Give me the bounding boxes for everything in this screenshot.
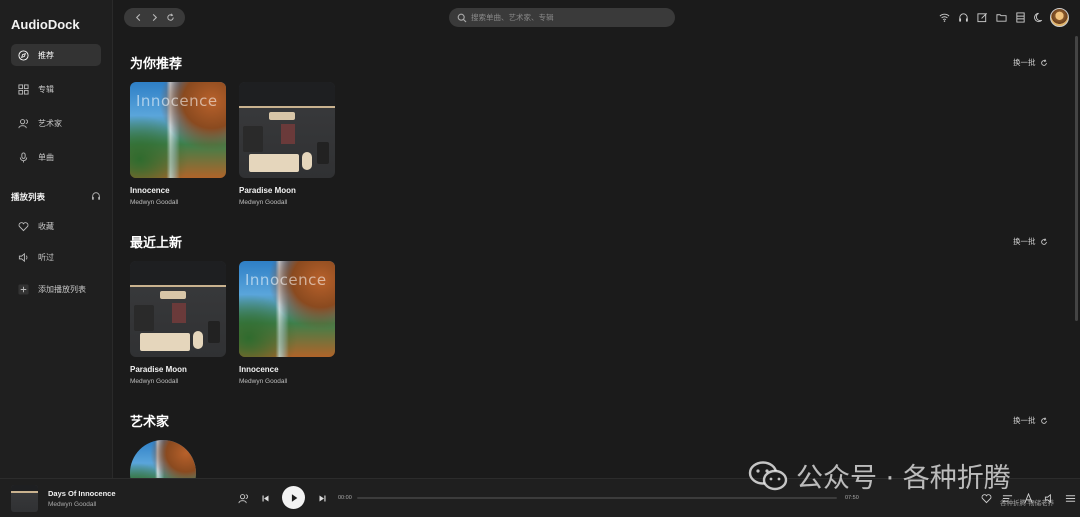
album-cover: Innocence	[130, 82, 226, 178]
search-input[interactable]	[471, 13, 661, 22]
watermark: 公众号 · 各种折腾	[748, 456, 1011, 495]
album-artist: Medwyn Goodall	[130, 199, 179, 206]
search-bar	[449, 8, 675, 27]
headphones-icon[interactable]	[957, 11, 969, 23]
plus-icon	[17, 283, 29, 295]
now-playing-artist: Medwyn Goodall	[48, 501, 97, 508]
refresh-label: 换一批	[1013, 237, 1036, 246]
total-time: 07:50	[845, 495, 859, 501]
refresh-label: 换一批	[1013, 416, 1036, 425]
wechat-icon	[748, 460, 788, 490]
grid-icon	[17, 83, 29, 95]
playlist-icon[interactable]	[1064, 492, 1076, 504]
list-icon[interactable]	[1014, 11, 1026, 23]
headphones-icon[interactable]	[91, 191, 101, 201]
album-cover	[130, 261, 226, 357]
sidebar: AudioDock 推荐 专辑 艺术家 单曲 播放列表 收藏 听过 添加播放列表	[0, 0, 113, 478]
heart-icon	[17, 220, 29, 232]
sidebar-item-albums[interactable]: 专辑	[11, 78, 101, 100]
album-name: Innocence	[130, 186, 170, 195]
watermark-small-text: 各种折腾·物储老养	[1000, 500, 1055, 507]
refresh-icon	[1040, 58, 1047, 66]
back-icon[interactable]	[133, 13, 143, 23]
main-content: 为你推荐 换一批 Innocence Innocence Medwyn Good…	[113, 36, 1073, 478]
top-toolbar	[938, 11, 1045, 23]
refresh-batch-button[interactable]: 换一批	[1013, 415, 1048, 426]
speaker-icon	[17, 251, 29, 263]
sidebar-item-singles[interactable]: 单曲	[11, 146, 101, 168]
next-icon[interactable]	[316, 492, 328, 504]
album-card[interactable]: Paradise Moon Medwyn Goodall	[130, 261, 226, 385]
sidebar-item-label: 收藏	[38, 221, 54, 231]
sidebar-item-artists[interactable]: 艺术家	[11, 112, 101, 134]
section-title-recommended: 为你推荐	[130, 56, 183, 71]
album-cover: Innocence	[239, 261, 335, 357]
refresh-batch-button[interactable]: 换一批	[1013, 57, 1048, 68]
refresh-batch-button[interactable]: 换一批	[1013, 236, 1048, 247]
previous-icon[interactable]	[259, 492, 271, 504]
refresh-icon[interactable]	[166, 13, 176, 23]
app-logo: AudioDock	[11, 17, 80, 32]
watermark-text: 公众号 · 各种折腾	[796, 463, 1011, 494]
artist-avatar[interactable]	[130, 440, 196, 478]
sidebar-item-history[interactable]: 听过	[11, 246, 101, 268]
sidebar-item-label: 艺术家	[38, 118, 62, 128]
users-icon	[17, 117, 29, 129]
refresh-label: 换一批	[1013, 58, 1036, 67]
search-icon	[457, 13, 467, 22]
cover-title: Innocence	[136, 92, 218, 110]
sidebar-item-label: 专辑	[38, 84, 54, 94]
user-avatar[interactable]	[1050, 8, 1069, 27]
compass-icon	[17, 49, 29, 61]
content-scrollbar[interactable]	[1075, 36, 1078, 321]
playlist-section-title: 播放列表	[11, 192, 46, 202]
sidebar-item-label: 听过	[38, 252, 54, 262]
sidebar-item-label: 单曲	[38, 152, 54, 162]
play-icon	[291, 493, 297, 502]
current-time: 00:00	[338, 495, 352, 501]
album-name: Paradise Moon	[130, 365, 187, 374]
album-artist: Medwyn Goodall	[239, 378, 288, 385]
edit-icon[interactable]	[976, 11, 988, 23]
album-card[interactable]: Innocence Innocence Medwyn Goodall	[130, 82, 226, 206]
album-artist: Medwyn Goodall	[130, 378, 179, 385]
sidebar-item-label: 推荐	[38, 50, 54, 60]
forward-icon[interactable]	[149, 13, 159, 23]
wifi-icon[interactable]	[938, 11, 950, 23]
cover-title: Innocence	[245, 271, 327, 289]
album-name: Innocence	[239, 365, 279, 374]
folder-icon[interactable]	[995, 11, 1007, 23]
artist-icon[interactable]	[237, 492, 249, 504]
album-cover	[239, 82, 335, 178]
progress-bar[interactable]	[357, 497, 837, 499]
now-playing-cover[interactable]	[11, 485, 38, 512]
album-name: Paradise Moon	[239, 186, 296, 195]
album-card[interactable]: Paradise Moon Medwyn Goodall	[239, 82, 335, 206]
album-card[interactable]: Innocence Innocence Medwyn Goodall	[239, 261, 335, 385]
now-playing-title: Days Of Innocence	[48, 489, 116, 498]
album-artist: Medwyn Goodall	[239, 199, 288, 206]
refresh-icon	[1040, 416, 1047, 424]
microphone-icon	[17, 151, 29, 163]
moon-icon[interactable]	[1033, 11, 1045, 23]
sidebar-item-label: 添加播放列表	[38, 284, 86, 294]
add-playlist-button[interactable]: 添加播放列表	[11, 278, 101, 300]
play-button[interactable]	[282, 486, 305, 509]
sidebar-item-recommend[interactable]: 推荐	[11, 44, 101, 66]
refresh-icon	[1040, 237, 1047, 245]
section-title-artists: 艺术家	[130, 414, 170, 429]
section-title-new-releases: 最近上新	[130, 235, 183, 250]
sidebar-item-favorites[interactable]: 收藏	[11, 215, 101, 237]
navigation-controls	[124, 8, 185, 27]
